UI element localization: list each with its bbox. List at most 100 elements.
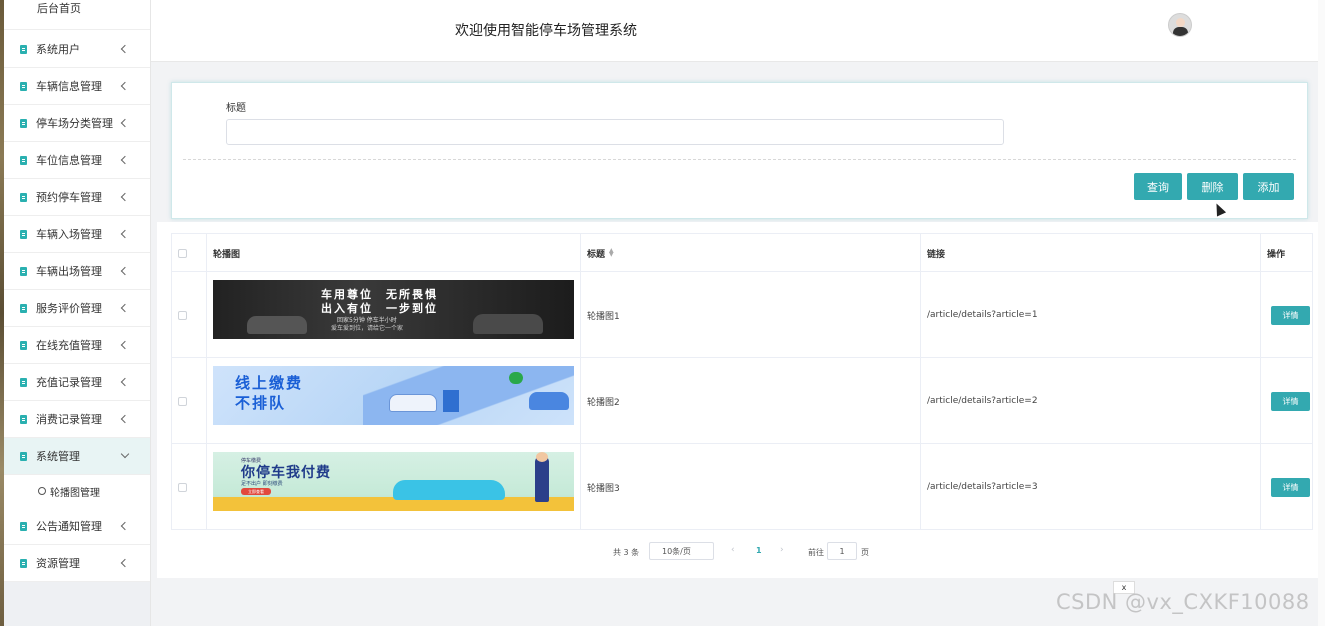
sort-icon[interactable]: ▲ ▼ xyxy=(609,248,614,258)
detail-button[interactable]: 详情 xyxy=(1271,391,1310,411)
detail-button[interactable]: 详情 xyxy=(1271,305,1310,325)
watermark: CSDN @vx_CXKF10088 xyxy=(1056,590,1310,614)
next-page-icon[interactable]: › xyxy=(780,545,784,555)
document-icon xyxy=(20,377,27,387)
document-icon xyxy=(20,44,27,54)
table-row: 停车缴费 你停车我付费 足不出户 即刻缴费 立即查看 轮播图3 /article… xyxy=(172,444,1312,530)
sidebar-item-label: 充值记录管理 xyxy=(36,376,102,389)
detail-button[interactable]: 详情 xyxy=(1271,477,1310,497)
sidebar-item-system-users[interactable]: 系统用户 xyxy=(4,31,150,68)
document-icon xyxy=(20,414,27,424)
sidebar-item-label: 系统管理 xyxy=(36,450,80,463)
sidebar-item-resources[interactable]: 资源管理 xyxy=(4,545,150,582)
document-icon xyxy=(20,118,27,128)
title-cell: 轮播图3 xyxy=(581,444,921,530)
goto-page-input[interactable]: 1 xyxy=(827,542,857,560)
banner-text: 足不出户 即刻缴费 xyxy=(241,481,283,487)
sidebar-item-lot-category[interactable]: 停车场分类管理 xyxy=(4,105,150,142)
sidebar-item-label: 车辆信息管理 xyxy=(36,80,102,93)
select-cell xyxy=(172,272,207,358)
carousel-image: 线上缴费 不排队 xyxy=(213,366,574,425)
page-size-select[interactable]: 10条/页 xyxy=(649,542,714,560)
banner-text: 不排队 xyxy=(235,394,287,412)
title-field-label: 标题 xyxy=(226,103,246,114)
add-button[interactable]: 添加 xyxy=(1243,173,1294,200)
page-suffix: 页 xyxy=(861,548,869,557)
sidebar-item-vehicle-entry[interactable]: 车辆入场管理 xyxy=(4,216,150,253)
document-icon xyxy=(20,155,27,165)
document-icon xyxy=(20,266,27,276)
clock-icon xyxy=(38,487,46,495)
car-graphic xyxy=(529,392,569,410)
sidebar-item-label: 服务评价管理 xyxy=(36,302,102,315)
avatar[interactable] xyxy=(1168,13,1192,37)
chevron-left-icon xyxy=(120,44,130,54)
table-row: 车用尊位 无所畏惧 出入有位 一步到位 回家5分钟 停车半小时 爱车爱到位，请给… xyxy=(172,272,1312,358)
sidebar-item-reservation[interactable]: 预约停车管理 xyxy=(4,179,150,216)
banner-text: 出入有位 一步到位 xyxy=(321,302,438,315)
delete-button[interactable]: 删除 xyxy=(1187,173,1238,200)
chevron-left-icon xyxy=(120,81,130,91)
sidebar-item-label: 车辆入场管理 xyxy=(36,228,102,241)
page-title: 欢迎使用智能停车场管理系统 xyxy=(455,23,637,39)
column-header-link: 链接 xyxy=(921,234,1261,272)
sidebar-item-label: 资源管理 xyxy=(36,557,80,570)
sidebar-item-label: 消费记录管理 xyxy=(36,413,102,426)
banner-button: 立即查看 xyxy=(241,488,271,495)
column-header-image: 轮播图 xyxy=(207,234,581,272)
sidebar-footer xyxy=(4,582,150,626)
column-header-actions: 操作 xyxy=(1267,249,1286,260)
select-all-checkbox[interactable] xyxy=(178,248,187,258)
image-cell: 车用尊位 无所畏惧 出入有位 一步到位 回家5分钟 停车半小时 爱车爱到位，请给… xyxy=(207,272,581,358)
row-checkbox[interactable] xyxy=(178,396,187,406)
sidebar-item-announcements[interactable]: 公告通知管理 xyxy=(4,508,150,545)
row-checkbox[interactable] xyxy=(178,482,187,492)
table-panel: 轮播图 标题 ▲ ▼ 链接 操作 车用尊位 无所畏惧 出入有位 一步到位 回家5分… xyxy=(157,222,1325,578)
header-select-cell xyxy=(172,234,207,272)
chevron-left-icon xyxy=(120,558,130,568)
column-header-title[interactable]: 标题 ▲ ▼ xyxy=(581,234,921,272)
document-icon xyxy=(20,521,27,531)
select-cell xyxy=(172,358,207,444)
pagination: 共 3 条 10条/页 ‹ 1 › 前往 1 页 xyxy=(157,539,1325,563)
sidebar-item-label: 预约停车管理 xyxy=(36,191,102,204)
sidebar-item-home[interactable]: 后台首页 xyxy=(4,0,150,30)
carousel-table: 轮播图 标题 ▲ ▼ 链接 操作 车用尊位 无所畏惧 出入有位 一步到位 回家5分… xyxy=(171,233,1313,530)
sidebar-item-recharge-records[interactable]: 充值记录管理 xyxy=(4,364,150,401)
sidebar-item-label: 后台首页 xyxy=(37,2,81,15)
chevron-left-icon xyxy=(120,303,130,313)
action-cell: 详情 xyxy=(1261,358,1312,444)
sidebar: 后台首页 系统用户 车辆信息管理 停车场分类管理 车位信息管理 预约停车管理 车… xyxy=(4,0,151,626)
banner-text: 你停车我付费 xyxy=(241,465,331,481)
sidebar-item-vehicle-exit[interactable]: 车辆出场管理 xyxy=(4,253,150,290)
sidebar-item-vehicle-info[interactable]: 车辆信息管理 xyxy=(4,68,150,105)
action-cell: 详情 xyxy=(1261,272,1312,358)
link-cell: /article/details?article=1 xyxy=(921,272,1261,358)
row-checkbox[interactable] xyxy=(178,310,187,320)
carousel-image: 车用尊位 无所畏惧 出入有位 一步到位 回家5分钟 停车半小时 爱车爱到位，请给… xyxy=(213,280,574,339)
document-icon xyxy=(20,192,27,202)
title-cell: 轮播图2 xyxy=(581,358,921,444)
scrollbar-track[interactable] xyxy=(1318,0,1325,626)
chevron-left-icon xyxy=(120,118,130,128)
sidebar-item-online-recharge[interactable]: 在线充值管理 xyxy=(4,327,150,364)
document-icon xyxy=(20,229,27,239)
sidebar-subitem-label: 轮播图管理 xyxy=(50,487,100,499)
top-header: 欢迎使用智能停车场管理系统 xyxy=(151,0,1325,62)
sidebar-item-service-review[interactable]: 服务评价管理 xyxy=(4,290,150,327)
title-search-input[interactable] xyxy=(226,119,1004,145)
sidebar-item-space-info[interactable]: 车位信息管理 xyxy=(4,142,150,179)
link-cell: /article/details?article=3 xyxy=(921,444,1261,530)
goto-label: 前往 xyxy=(808,548,824,557)
query-button[interactable]: 查询 xyxy=(1134,173,1182,200)
select-cell xyxy=(172,444,207,530)
prev-page-icon[interactable]: ‹ xyxy=(731,545,735,555)
sidebar-item-system-management[interactable]: 系统管理 xyxy=(4,438,150,475)
current-page[interactable]: 1 xyxy=(756,546,762,555)
column-header-label: 标题 xyxy=(587,249,606,260)
sidebar-item-consumption-records[interactable]: 消费记录管理 xyxy=(4,401,150,438)
sidebar-subitem-carousel[interactable]: 轮播图管理 xyxy=(4,474,150,508)
sidebar-item-label: 系统用户 xyxy=(36,43,80,56)
image-cell: 停车缴费 你停车我付费 足不出户 即刻缴费 立即查看 xyxy=(207,444,581,530)
chevron-left-icon xyxy=(120,414,130,424)
